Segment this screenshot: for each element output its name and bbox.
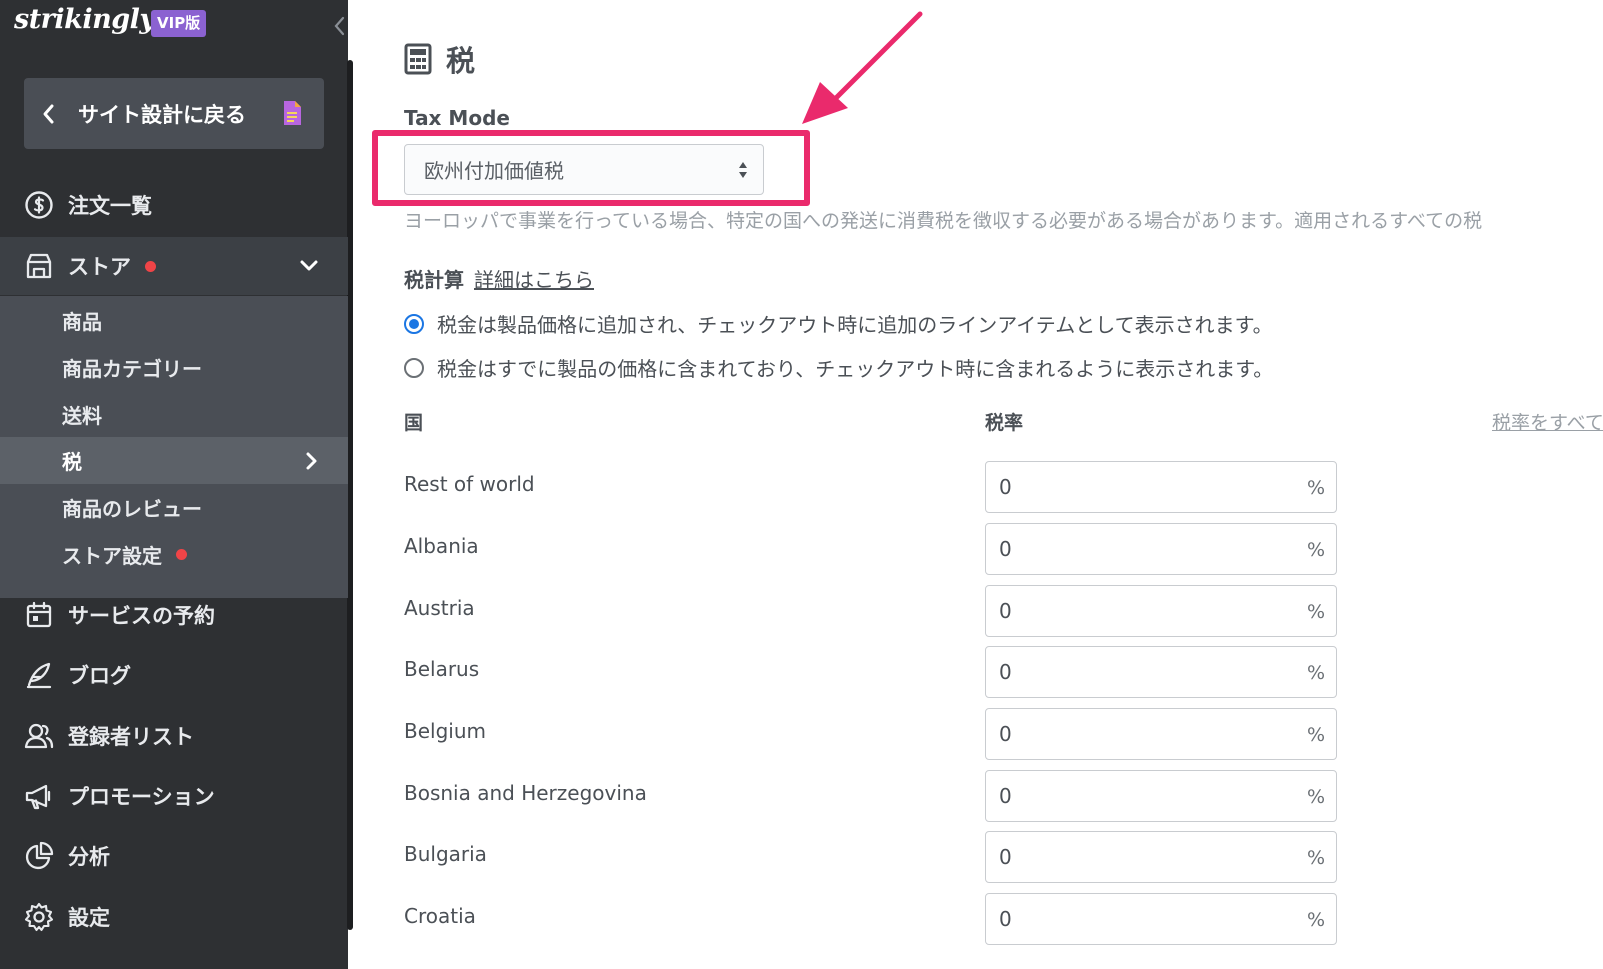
nav-orders[interactable]: 注文一覧 <box>0 176 348 234</box>
calculator-icon <box>404 43 432 75</box>
tax-mode-label: Tax Mode <box>404 106 510 130</box>
tax-calculation-label: 税計算 <box>404 268 464 292</box>
nav-analytics[interactable]: 分析 <box>0 827 348 885</box>
radio-tax-added-label: 税金は製品価格に追加され、チェックアウト時に追加のラインアイテムとして表示されま… <box>437 313 1273 337</box>
percent-unit: % <box>1306 909 1325 931</box>
country-name: Austria <box>404 596 475 620</box>
column-header-rate: 税率 <box>985 412 1024 434</box>
nav-store[interactable]: ストア <box>0 237 348 295</box>
percent-unit: % <box>1306 847 1325 869</box>
tax-rate-input[interactable]: 0% <box>985 831 1337 883</box>
radio-tax-included-label: 税金はすでに製品の価格に含まれており、チェックアウト時に含まれるように表示されま… <box>437 357 1274 381</box>
nav-blog[interactable]: ブログ <box>0 646 348 704</box>
column-header-country: 国 <box>404 412 424 434</box>
calendar-icon <box>24 600 54 630</box>
notification-dot <box>176 549 187 560</box>
strikingly-logo[interactable]: strikingly <box>14 4 155 35</box>
back-button-label: サイト設計に戻る <box>78 102 246 127</box>
annotation-arrow-icon <box>802 11 923 124</box>
country-name: Croatia <box>404 904 476 928</box>
tax-rate-value: 0 <box>999 537 1012 561</box>
tax-rate-input[interactable]: 0% <box>985 461 1337 513</box>
percent-unit: % <box>1306 786 1325 808</box>
pie-chart-icon <box>24 841 54 871</box>
page-title-text: 税 <box>446 44 476 78</box>
apply-rate-to-all-link[interactable]: 税率をすべて <box>1492 408 1603 435</box>
dollar-circle-icon <box>24 190 54 220</box>
radio-button-checked[interactable] <box>404 313 424 334</box>
page-title: 税 <box>404 38 475 80</box>
nav-analytics-label: 分析 <box>68 845 110 869</box>
tax-rate-value: 0 <box>999 784 1012 808</box>
tax-mode-hint: ヨーロッパで事業を行っている場合、特定の国への発送に消費税を徴収する必要がある場… <box>404 210 1483 232</box>
country-name: Bosnia and Herzegovina <box>404 781 647 805</box>
notification-dot <box>145 260 156 272</box>
nav-orders-label: 注文一覧 <box>68 194 152 218</box>
percent-unit: % <box>1306 539 1325 561</box>
back-to-site-editor-button[interactable]: サイト設計に戻る <box>24 78 324 149</box>
nav-booking[interactable]: サービスの予約 <box>0 586 348 644</box>
sub-item-tax-label: 税 <box>62 450 82 474</box>
sidebar: strikingly VIP版 サイト設計に戻る 注文一覧 ストア 商品 商品カ… <box>0 0 353 969</box>
tax-rate-input[interactable]: 0% <box>985 646 1337 698</box>
percent-unit: % <box>1306 477 1325 499</box>
sub-item-shipping[interactable]: 送料 <box>0 391 348 438</box>
country-name: Albania <box>404 534 479 558</box>
tax-rate-value: 0 <box>999 660 1012 684</box>
tax-mode-select[interactable]: 欧州付加価値税 <box>404 144 764 195</box>
store-submenu: 商品 商品カテゴリー 送料 税 商品のレビュー ストア設定 <box>0 296 348 598</box>
vip-badge: VIP版 <box>151 10 207 37</box>
collapse-sidebar-icon[interactable] <box>332 14 346 38</box>
tax-rate-value: 0 <box>999 599 1012 623</box>
sub-item-tax[interactable]: 税 <box>0 437 348 484</box>
sub-item-categories[interactable]: 商品カテゴリー <box>0 344 348 391</box>
nav-settings[interactable]: 設定 <box>0 888 348 946</box>
tax-rate-input[interactable]: 0% <box>985 585 1337 637</box>
percent-unit: % <box>1306 601 1325 623</box>
nav-subscribers[interactable]: 登録者リスト <box>0 707 348 765</box>
radio-tax-included[interactable]: 税金はすでに製品の価格に含まれており、チェックアウト時に含まれるように表示されま… <box>404 353 1273 382</box>
nav-promotion[interactable]: プロモーション <box>0 767 348 825</box>
chevron-down-icon <box>300 260 318 271</box>
country-name: Rest of world <box>404 472 535 496</box>
tax-rate-input[interactable]: 0% <box>985 893 1337 945</box>
nav-store-label: ストア <box>68 255 131 279</box>
nav-subscribers-label: 登録者リスト <box>68 725 194 749</box>
chevron-right-icon <box>306 452 317 470</box>
megaphone-icon <box>24 781 54 811</box>
learn-more-link[interactable]: 詳細はこちら <box>474 264 594 293</box>
tax-mode-selected-value: 欧州付加価値税 <box>424 159 564 183</box>
store-icon <box>24 251 54 281</box>
tax-rate-value: 0 <box>999 845 1012 869</box>
tax-rate-input[interactable]: 0% <box>985 770 1337 822</box>
users-icon <box>24 721 54 751</box>
country-name: Belgium <box>404 719 486 743</box>
select-arrows-icon <box>739 162 747 178</box>
nav-booking-label: サービスの予約 <box>68 604 215 628</box>
gear-icon <box>24 902 54 932</box>
tax-rate-value: 0 <box>999 907 1012 931</box>
tax-rate-value: 0 <box>999 475 1012 499</box>
tax-rate-input[interactable]: 0% <box>985 708 1337 760</box>
document-icon <box>284 101 301 125</box>
sub-item-store-settings[interactable]: ストア設定 <box>0 531 348 578</box>
tax-rate-value: 0 <box>999 722 1012 746</box>
quill-pen-icon <box>24 660 54 690</box>
main-content: 税 Tax Mode 欧州付加価値税 ヨーロッパで事業を行っている場合、特定の国… <box>360 0 1603 969</box>
sub-item-products[interactable]: 商品 <box>0 297 348 344</box>
percent-unit: % <box>1306 662 1325 684</box>
country-name: Belarus <box>404 657 480 681</box>
sub-item-store-settings-label: ストア設定 <box>62 544 162 568</box>
radio-tax-added[interactable]: 税金は製品価格に追加され、チェックアウト時に追加のラインアイテムとして表示されま… <box>404 309 1273 338</box>
nav-promotion-label: プロモーション <box>68 785 215 809</box>
country-name: Bulgaria <box>404 842 487 866</box>
nav-blog-label: ブログ <box>68 664 131 688</box>
percent-unit: % <box>1306 724 1325 746</box>
nav-settings-label: 設定 <box>68 906 110 930</box>
sub-item-reviews[interactable]: 商品のレビュー <box>0 484 348 531</box>
radio-button-unchecked[interactable] <box>404 357 424 378</box>
tax-rate-input[interactable]: 0% <box>985 523 1337 575</box>
chevron-left-icon <box>43 104 54 123</box>
